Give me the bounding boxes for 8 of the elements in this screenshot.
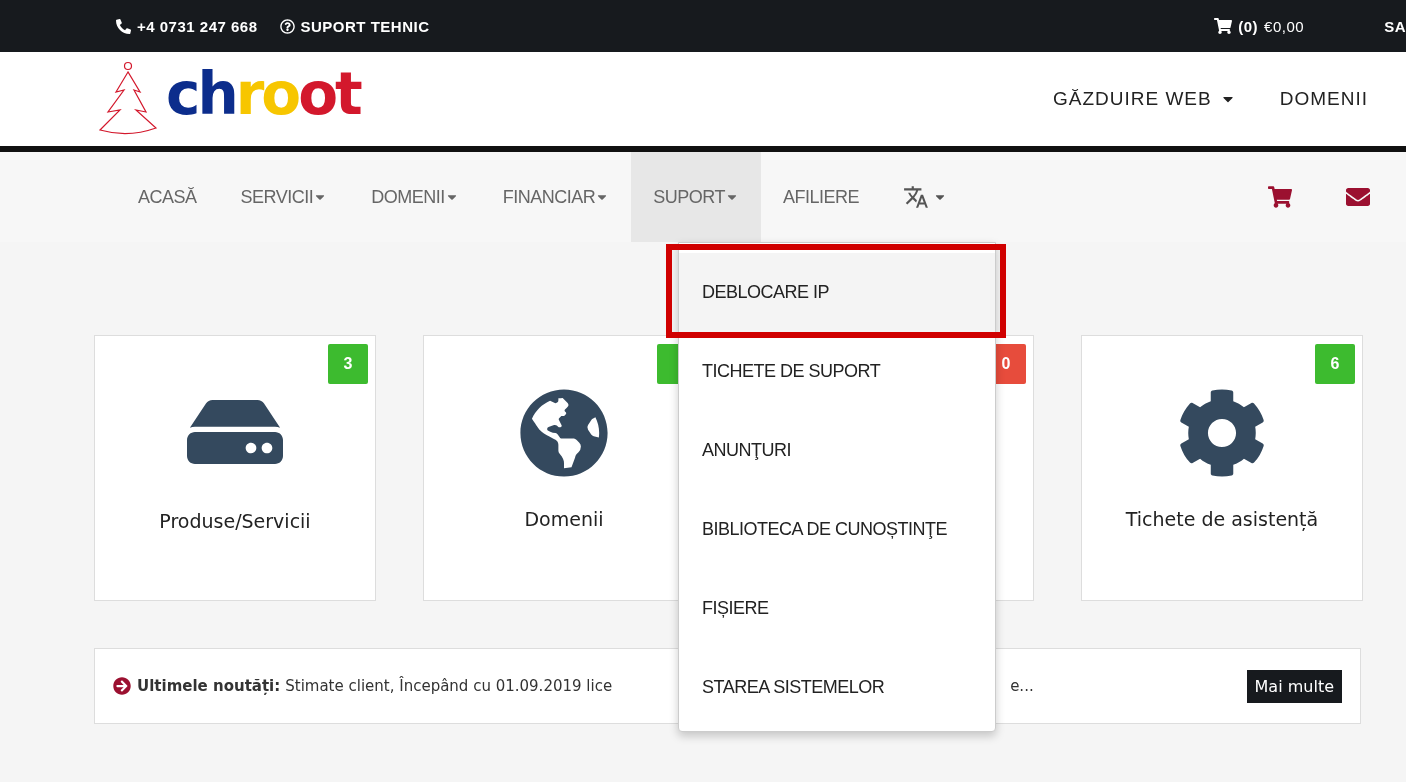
news-text: Stimate client, Începând cu 01.09.2019 lice (285, 677, 613, 695)
news-text: e... (1010, 677, 1034, 695)
count-badge: 6 (1315, 344, 1355, 384)
card-title: Domenii (524, 508, 604, 530)
news-label: Ultimele noutăți: (137, 677, 281, 695)
card-title: Tichete de asistență (1125, 508, 1319, 530)
card-title: Produse/Servicii (159, 510, 311, 532)
count-badge: 3 (328, 344, 368, 384)
